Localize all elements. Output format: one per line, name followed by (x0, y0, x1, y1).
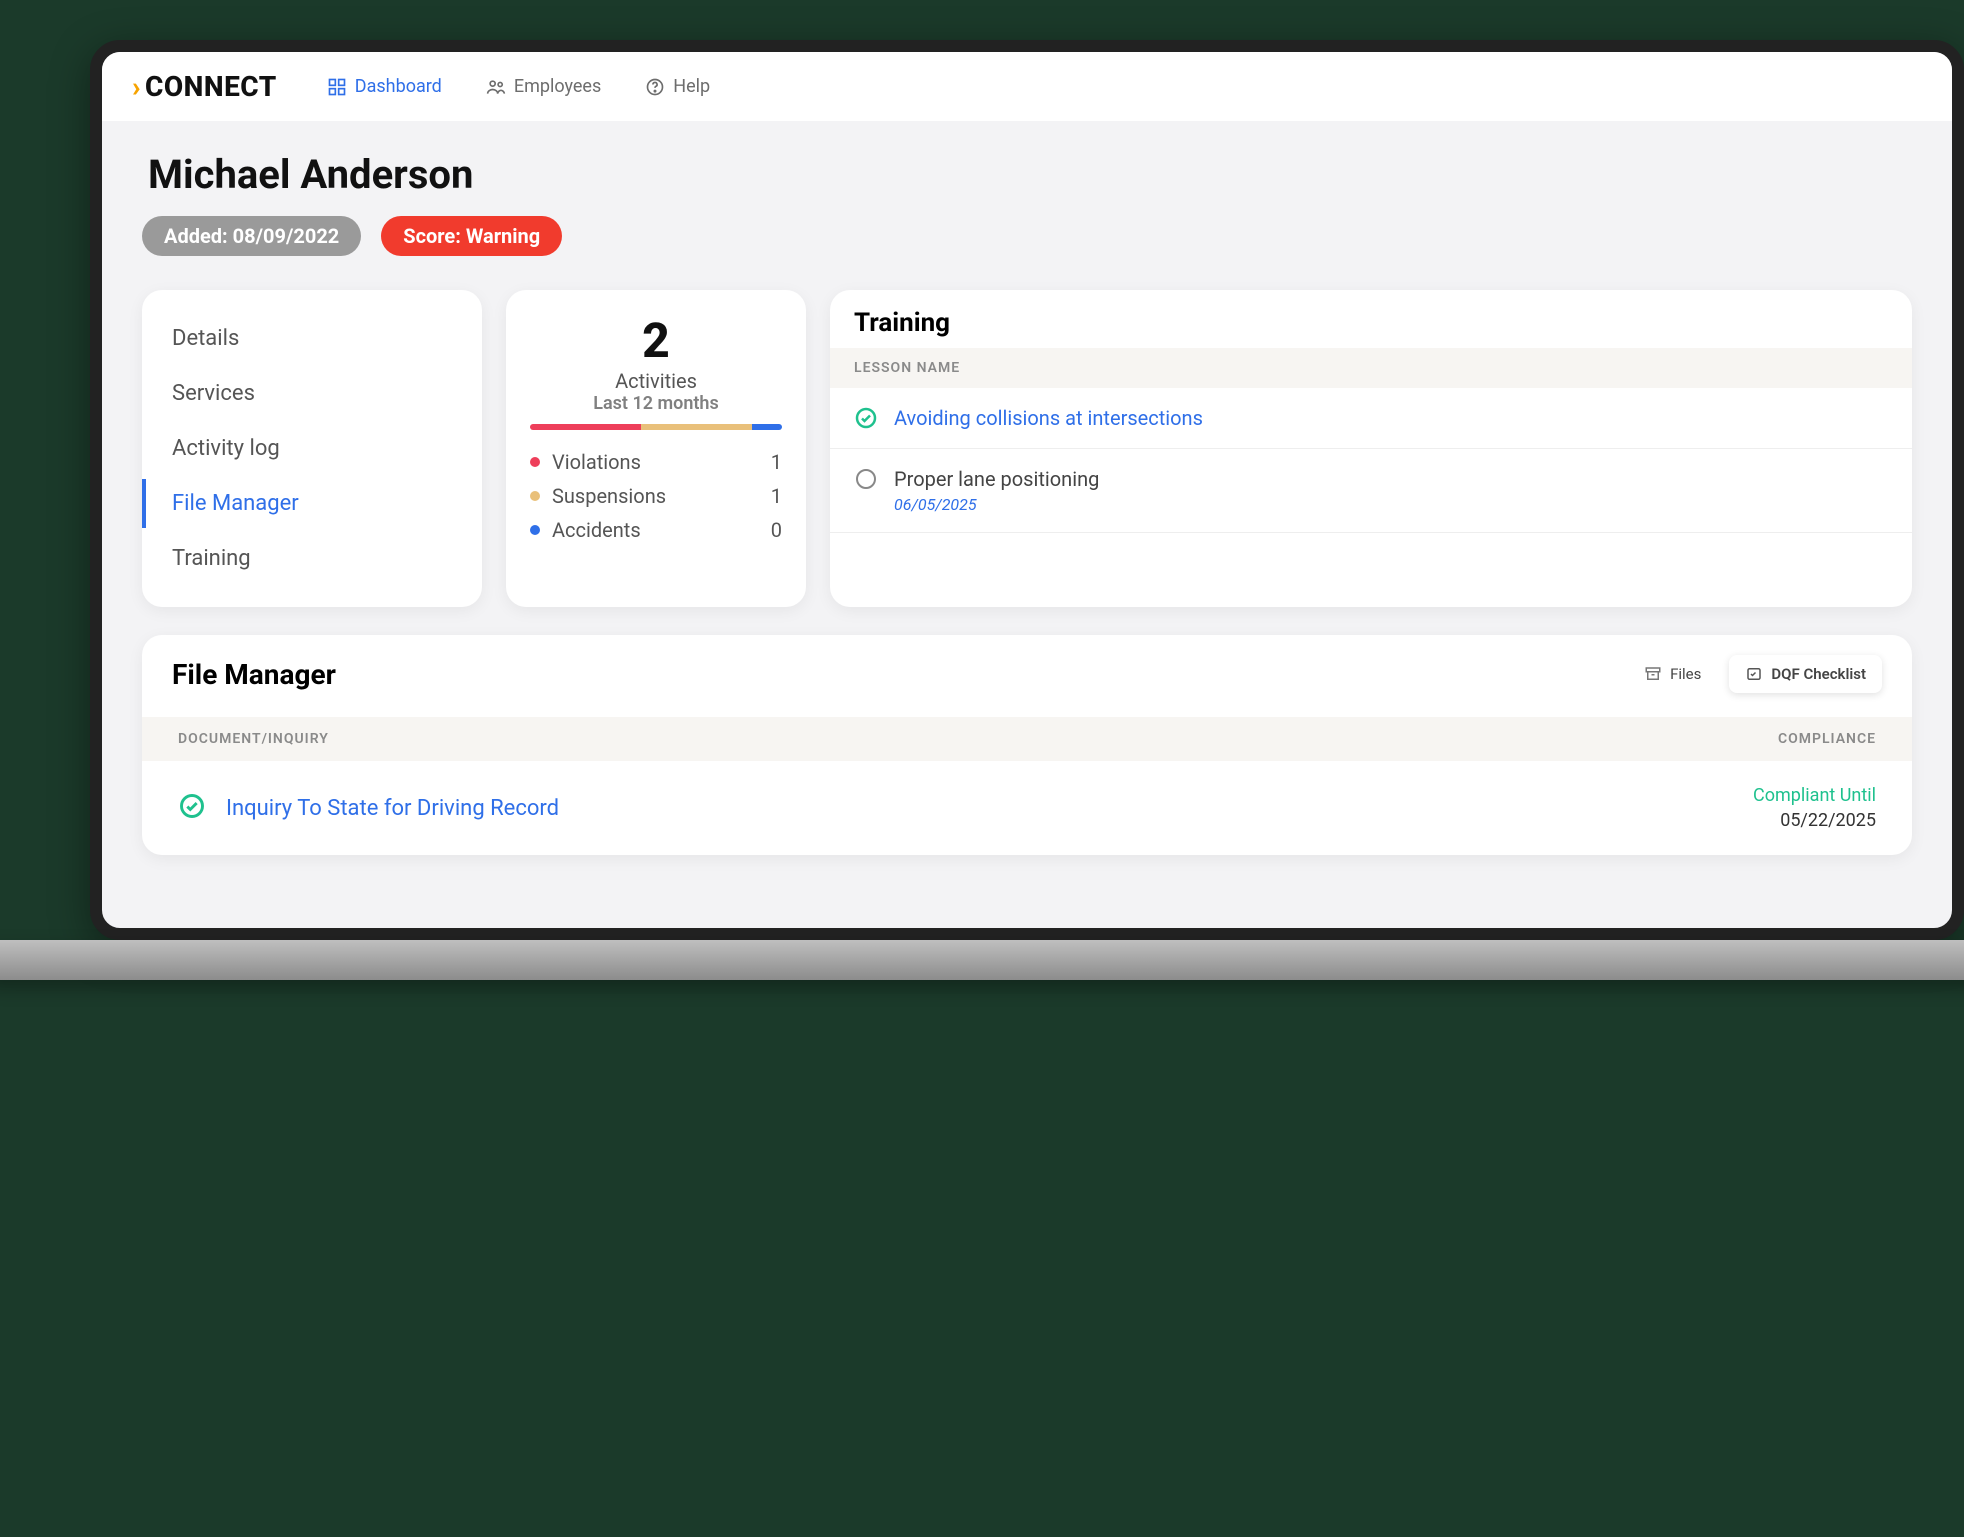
people-icon (486, 77, 506, 97)
activities-bar (530, 424, 782, 430)
legend-label: Accidents (552, 518, 641, 542)
legend-dot-icon (530, 525, 540, 535)
training-lesson: Proper lane positioning (894, 467, 1099, 491)
tab-dqf-label: DQF Checklist (1771, 665, 1866, 683)
archive-icon (1644, 665, 1662, 683)
col-compliance: COMPLIANCE (1778, 731, 1876, 747)
nav-employees-label: Employees (514, 76, 601, 97)
legend-row: Accidents 0 (530, 518, 782, 542)
legend-value: 1 (771, 484, 782, 508)
activity-bar-segment (752, 424, 782, 430)
tab-files[interactable]: Files (1628, 655, 1717, 693)
activity-bar-segment (641, 424, 752, 430)
activities-card: 2 Activities Last 12 months Violations1S… (506, 290, 806, 607)
training-row: Avoiding collisions at intersections (830, 388, 1912, 449)
sidebar-item-details[interactable]: Details (142, 314, 482, 363)
cards-row: Details Services Activity log File Manager T… (142, 290, 1912, 607)
legend-label: Suspensions (552, 484, 666, 508)
file-manager-title: File Manager (172, 658, 336, 691)
tab-dqf-checklist[interactable]: DQF Checklist (1729, 655, 1882, 693)
app-window: › CONNECT Dashboard Employees Help Micha… (90, 40, 1964, 940)
topbar: › CONNECT Dashboard Employees Help (102, 52, 1952, 121)
nav-help-label: Help (673, 76, 710, 97)
nav-help[interactable]: Help (645, 76, 710, 97)
checklist-icon (1745, 665, 1763, 683)
sidebar-item-activity-log[interactable]: Activity log (142, 424, 482, 473)
training-row: Proper lane positioning 06/05/2025 (830, 449, 1912, 533)
activities-label: Activities (615, 369, 697, 393)
grid-icon (327, 77, 347, 97)
activity-bar-segment (530, 424, 641, 430)
sidebar-item-training[interactable]: Training (142, 534, 482, 583)
compliance-date: 05/22/2025 (1753, 810, 1876, 831)
check-circle-icon (178, 792, 206, 824)
training-title: Training (830, 290, 1912, 348)
legend-row: Violations 1 (530, 450, 782, 474)
legend-value: 1 (771, 450, 782, 474)
file-manager-row: Inquiry To State for Driving Record Comp… (142, 761, 1912, 855)
nav-dashboard[interactable]: Dashboard (327, 76, 442, 97)
legend-dot-icon (530, 457, 540, 467)
training-card: Training LESSON NAME Avoiding collisions… (830, 290, 1912, 607)
compliance-cell: Compliant Until 05/22/2025 (1753, 785, 1876, 831)
activities-count: 2 (642, 312, 670, 369)
help-icon (645, 77, 665, 97)
legend-row: Suspensions 1 (530, 484, 782, 508)
legend-label: Violations (552, 450, 641, 474)
brand-logo: › CONNECT (132, 70, 277, 103)
training-date: 06/05/2025 (894, 495, 1099, 514)
badge-row: Added: 08/09/2022 Score: Warning (142, 216, 1912, 256)
file-manager-header: File Manager Files DQF Checklist (142, 635, 1912, 703)
activities-period: Last 12 months (593, 393, 718, 414)
file-manager-columns: DOCUMENT/INQUIRY COMPLIANCE (142, 717, 1912, 761)
section-nav-card: Details Services Activity log File Manager T… (142, 290, 482, 607)
brand-text: CONNECT (145, 70, 277, 103)
logo-chevron-icon: › (132, 70, 141, 103)
tab-files-label: Files (1670, 665, 1701, 683)
laptop-base (0, 940, 1964, 980)
page-title: Michael Anderson (148, 151, 1912, 198)
training-column-header: LESSON NAME (830, 348, 1912, 388)
score-badge: Score: Warning (381, 216, 562, 256)
added-badge: Added: 08/09/2022 (142, 216, 361, 256)
file-manager-card: File Manager Files DQF Checklist DOCUMEN… (142, 635, 1912, 855)
training-lesson[interactable]: Avoiding collisions at intersections (894, 406, 1203, 430)
nav-employees[interactable]: Employees (486, 76, 601, 97)
compliance-status: Compliant Until (1753, 785, 1876, 806)
page-body: Michael Anderson Added: 08/09/2022 Score… (102, 121, 1952, 915)
legend-value: 0 (771, 518, 782, 542)
file-manager-tabs: Files DQF Checklist (1628, 655, 1882, 693)
legend-dot-icon (530, 491, 540, 501)
col-document: DOCUMENT/INQUIRY (178, 731, 329, 747)
check-circle-icon (854, 406, 878, 430)
nav-links: Dashboard Employees Help (327, 76, 710, 97)
empty-circle-icon (854, 467, 878, 491)
sidebar-item-services[interactable]: Services (142, 369, 482, 418)
sidebar-item-file-manager[interactable]: File Manager (142, 479, 482, 528)
activities-legend: Violations 1 Suspensions 1 Accidents 0 (530, 450, 782, 542)
nav-dashboard-label: Dashboard (355, 76, 442, 97)
document-link[interactable]: Inquiry To State for Driving Record (226, 796, 559, 821)
